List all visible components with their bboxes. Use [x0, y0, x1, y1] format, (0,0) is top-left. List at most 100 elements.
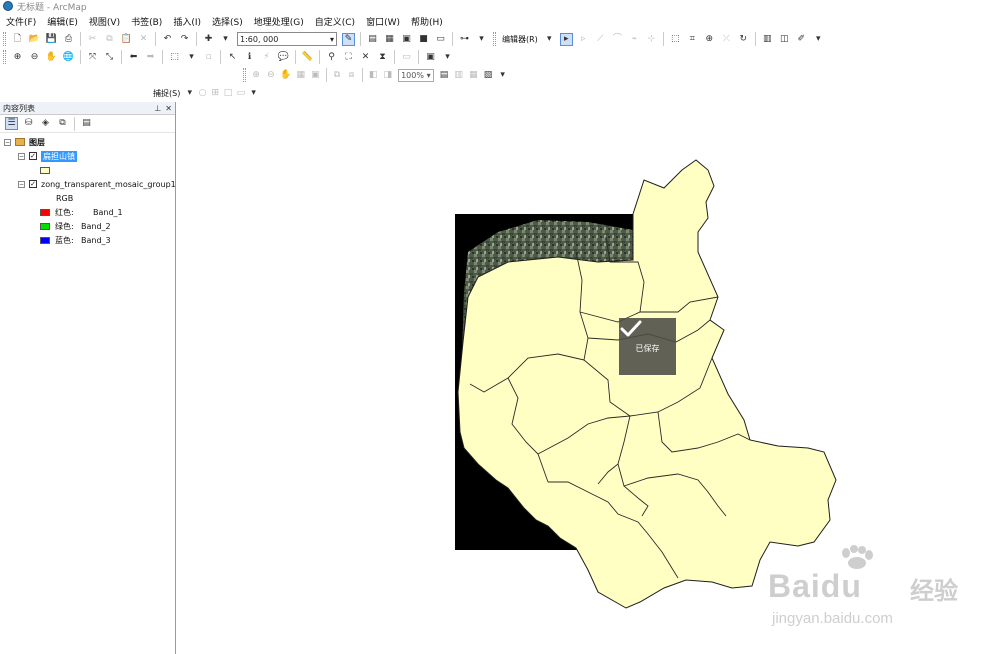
edit-annotation-icon[interactable]: ▹ — [577, 33, 590, 46]
new-document-icon[interactable]: 🗋 — [11, 33, 24, 46]
edge-snapping-icon[interactable]: ▭ — [236, 87, 246, 100]
toolbar-grip[interactable] — [3, 32, 6, 46]
close-icon[interactable]: ✕ — [165, 104, 172, 113]
identify-icon[interactable]: ℹ — [243, 51, 256, 64]
layout-pan-icon[interactable]: ✋ — [280, 69, 291, 82]
create-viewer-window-icon[interactable]: ▭ — [400, 51, 413, 64]
toolbar-options-icon[interactable]: ▾ — [812, 33, 825, 46]
save-icon[interactable]: 💾 — [45, 33, 58, 46]
python-window-icon[interactable]: ▭ — [434, 33, 447, 46]
menu-insert[interactable]: 插入(I) — [173, 15, 201, 28]
menu-file[interactable]: 文件(F) — [6, 15, 36, 28]
layout-back-icon[interactable]: ◧ — [368, 69, 379, 82]
layout-zoom-out-icon[interactable]: ⊖ — [266, 69, 277, 82]
toolbar-options-icon[interactable]: ▾ — [475, 33, 488, 46]
toolbar-grip[interactable] — [493, 32, 496, 46]
layer-name[interactable]: 扁担山镇 — [41, 150, 77, 162]
layout-forward-icon[interactable]: ◨ — [382, 69, 393, 82]
data-driven-pages-icon[interactable]: ▧ — [483, 69, 494, 82]
list-by-selection-icon[interactable]: ⧉ — [56, 117, 69, 130]
list-by-drawing-order-icon[interactable]: ☰ — [5, 117, 18, 130]
cut-icon[interactable]: ✂ — [86, 33, 99, 46]
snapping-menu[interactable]: 捕捉(S) — [153, 88, 180, 99]
toolbar-options-icon[interactable]: ▾ — [249, 87, 258, 100]
vertex-snapping-icon[interactable]: □ — [224, 87, 233, 100]
straight-segment-icon[interactable]: ⟋ — [594, 33, 607, 46]
reshape-feature-icon[interactable]: ⌗ — [686, 33, 699, 46]
layout-view-icon[interactable]: ▣ — [424, 51, 437, 64]
fixed-zoom-in-layout-icon[interactable]: ⧉ — [332, 69, 343, 82]
layer-name[interactable]: zong_transparent_mosaic_group1 — [41, 180, 176, 189]
copy-icon[interactable]: ⧉ — [103, 33, 116, 46]
full-extent-icon[interactable]: 🌐 — [62, 51, 75, 64]
create-features-icon[interactable]: ✐ — [795, 33, 808, 46]
fixed-zoom-out-layout-icon[interactable]: ⧈ — [346, 69, 357, 82]
go-to-xy-icon[interactable]: ✕ — [359, 51, 372, 64]
go-forward-icon[interactable]: ➡ — [144, 51, 157, 64]
layout-zoom-in-icon[interactable]: ⊕ — [251, 69, 262, 82]
end-snapping-icon[interactable]: ⊞ — [211, 87, 220, 100]
menu-windows[interactable]: 窗口(W) — [366, 15, 400, 28]
edit-tool-icon[interactable]: ▸ — [559, 32, 573, 46]
chevron-down-icon[interactable]: ▾ — [543, 33, 556, 46]
fixed-zoom-out-icon[interactable]: ⤡ — [103, 51, 116, 64]
catalog-icon[interactable]: ▦ — [383, 33, 396, 46]
redo-icon[interactable]: ↷ — [178, 33, 191, 46]
toggle-draft-mode-icon[interactable]: ▤ — [439, 69, 450, 82]
pan-hand-icon[interactable]: ✋ — [45, 51, 58, 64]
cut-polygons-icon[interactable]: ⊕ — [703, 33, 716, 46]
chevron-down-icon[interactable]: ▾ — [185, 51, 198, 64]
zoom-in-icon[interactable]: ⊕ — [11, 51, 24, 64]
tree-root-label[interactable]: 图层 — [29, 137, 45, 148]
layer-visibility-checkbox[interactable]: ✓ — [29, 152, 37, 160]
find-binoculars-icon[interactable]: ⚲ — [325, 51, 338, 64]
change-layout-icon[interactable]: ▦ — [468, 69, 479, 82]
point-snapping-icon[interactable]: ○ — [198, 87, 207, 100]
open-folder-icon[interactable]: 📂 — [28, 33, 41, 46]
list-by-source-icon[interactable]: ⛁ — [22, 117, 35, 130]
select-elements-icon[interactable]: ↖ — [226, 51, 239, 64]
zoom-whole-page-icon[interactable]: ▦ — [295, 69, 306, 82]
editor-menu[interactable]: 编辑器(R) — [502, 34, 538, 45]
layout-zoom-select[interactable]: 100% ▾ — [398, 68, 434, 82]
focus-data-frame-icon[interactable]: ▥ — [453, 69, 464, 82]
paste-icon[interactable]: 📋 — [120, 33, 133, 46]
toolbar-options-icon[interactable]: ▾ — [441, 51, 454, 64]
model-builder-icon[interactable]: ⊶ — [458, 33, 471, 46]
find-route-icon[interactable]: ⛶ — [342, 51, 355, 64]
print-icon[interactable]: ⎙ — [62, 33, 75, 46]
zoom-100-icon[interactable]: ▣ — [310, 69, 321, 82]
menu-customize[interactable]: 自定义(C) — [315, 15, 355, 28]
menu-view[interactable]: 视图(V) — [89, 15, 120, 28]
arctoolbox-icon[interactable]: ■ — [417, 33, 430, 46]
polygon-symbol-swatch[interactable] — [40, 166, 50, 174]
select-features-icon[interactable]: ⬚ — [168, 51, 181, 64]
measure-icon[interactable]: 📏 — [301, 51, 314, 64]
pin-icon[interactable]: ⊥ — [154, 104, 161, 113]
map-scale-select[interactable]: 1:60, 000 ▾ — [237, 32, 337, 46]
chevron-down-icon[interactable]: ▾ — [185, 87, 194, 100]
menu-help[interactable]: 帮助(H) — [411, 15, 443, 28]
menu-geoprocessing[interactable]: 地理处理(G) — [254, 15, 304, 28]
add-data-icon[interactable]: ✚ — [202, 33, 215, 46]
html-popup-icon[interactable]: 💬 — [277, 51, 290, 64]
menu-selection[interactable]: 选择(S) — [212, 15, 243, 28]
toolbar-grip[interactable] — [3, 50, 6, 64]
collapse-icon[interactable]: − — [18, 152, 25, 160]
time-slider-icon[interactable]: ⧗ — [376, 51, 389, 64]
search-window-icon[interactable]: ▣ — [400, 33, 413, 46]
menu-edit[interactable]: 编辑(E) — [47, 15, 78, 28]
go-back-icon[interactable]: ⬅ — [127, 51, 140, 64]
table-of-contents-icon[interactable]: ▤ — [366, 33, 379, 46]
point-icon[interactable]: ⊹ — [645, 33, 658, 46]
editor-toolbar-icon[interactable]: ✎ — [342, 32, 355, 46]
zoom-out-icon[interactable]: ⊖ — [28, 51, 41, 64]
toc-options-icon[interactable]: ▤ — [80, 117, 93, 130]
layer-visibility-checkbox[interactable]: ✓ — [29, 180, 37, 188]
fixed-zoom-in-icon[interactable]: ⤧ — [86, 51, 99, 64]
collapse-icon[interactable]: − — [18, 180, 25, 188]
hyperlink-icon[interactable]: ⚡ — [260, 51, 273, 64]
blue-band-swatch[interactable] — [40, 236, 50, 244]
endpoint-arc-icon[interactable]: ⌒ — [611, 33, 624, 46]
trace-icon[interactable]: ⌁ — [628, 33, 641, 46]
